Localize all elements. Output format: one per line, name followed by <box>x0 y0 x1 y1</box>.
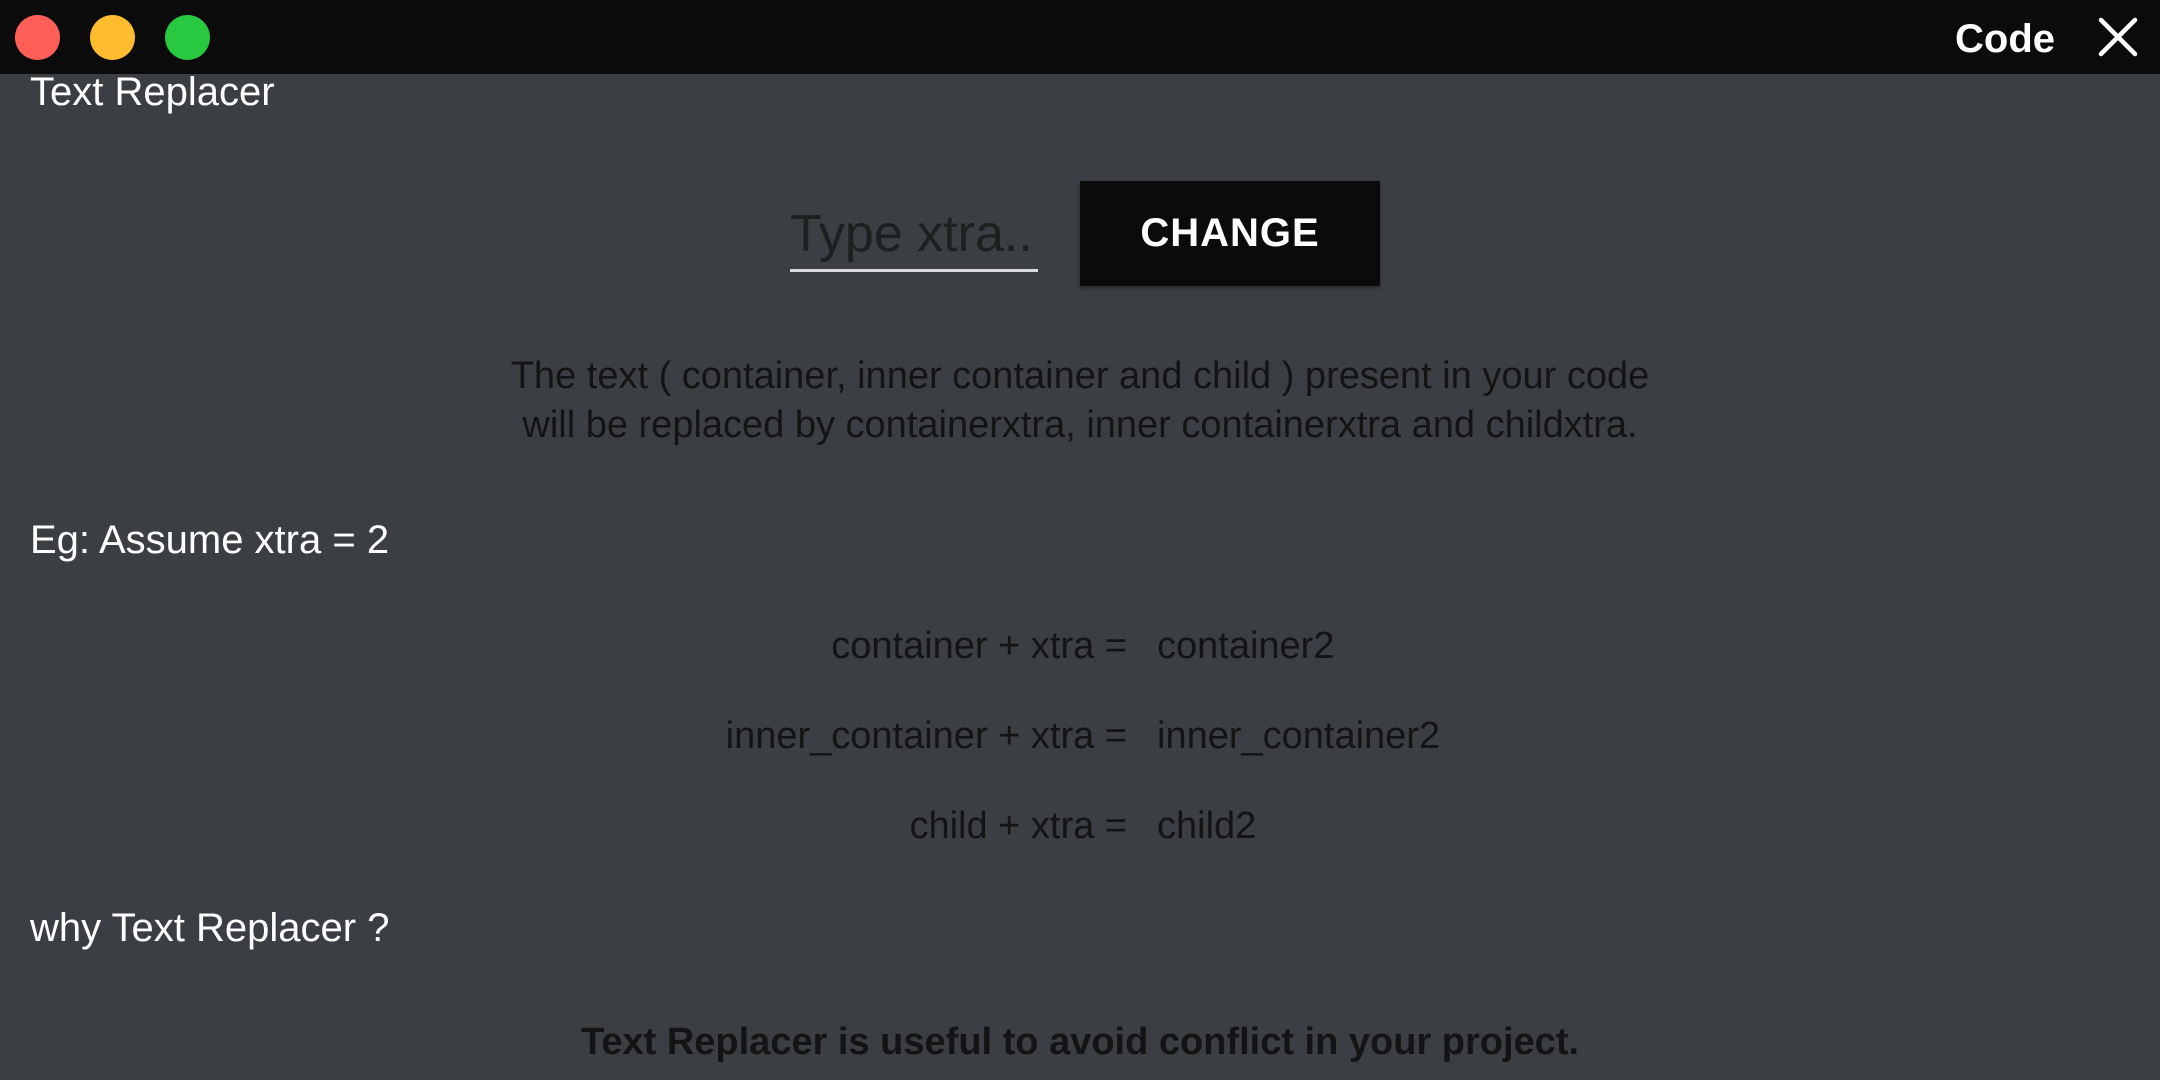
app-title: Text Replacer <box>30 70 275 114</box>
example-row-expression: child + xtra = <box>909 805 1127 847</box>
window-close-dot[interactable] <box>15 15 60 60</box>
window-maximize-dot[interactable] <box>165 15 210 60</box>
close-icon[interactable] <box>2098 17 2138 57</box>
title-bar: Code <box>0 0 2160 74</box>
why-text: Text Replacer is useful to avoid conflic… <box>580 1021 1580 1063</box>
description-line-2: will be replaced by containerxtra, inner… <box>522 404 1638 446</box>
example-row-expression: inner_container + xtra = <box>725 715 1127 757</box>
example-row: child + xtra = child2 <box>0 796 2160 856</box>
description-line-1: The text ( container, inner container an… <box>510 355 1650 397</box>
example-row-expression: container + xtra = <box>831 625 1127 667</box>
example-row: inner_container + xtra = inner_container… <box>0 706 2160 766</box>
why-heading: why Text Replacer ? <box>30 906 390 950</box>
window-title: Code <box>1955 17 2055 61</box>
window-minimize-dot[interactable] <box>90 15 135 60</box>
xtra-input[interactable] <box>790 198 1038 272</box>
description-text: The text ( container, inner container an… <box>0 352 2160 450</box>
example-row-result: container2 <box>1157 625 1335 667</box>
example-row: container + xtra = container2 <box>0 616 2160 676</box>
example-row-result: child2 <box>1157 805 1257 847</box>
change-button[interactable]: CHANGE <box>1080 181 1380 286</box>
example-heading: Eg: Assume xtra = 2 <box>30 518 390 562</box>
example-row-result: inner_container2 <box>1157 715 1441 757</box>
